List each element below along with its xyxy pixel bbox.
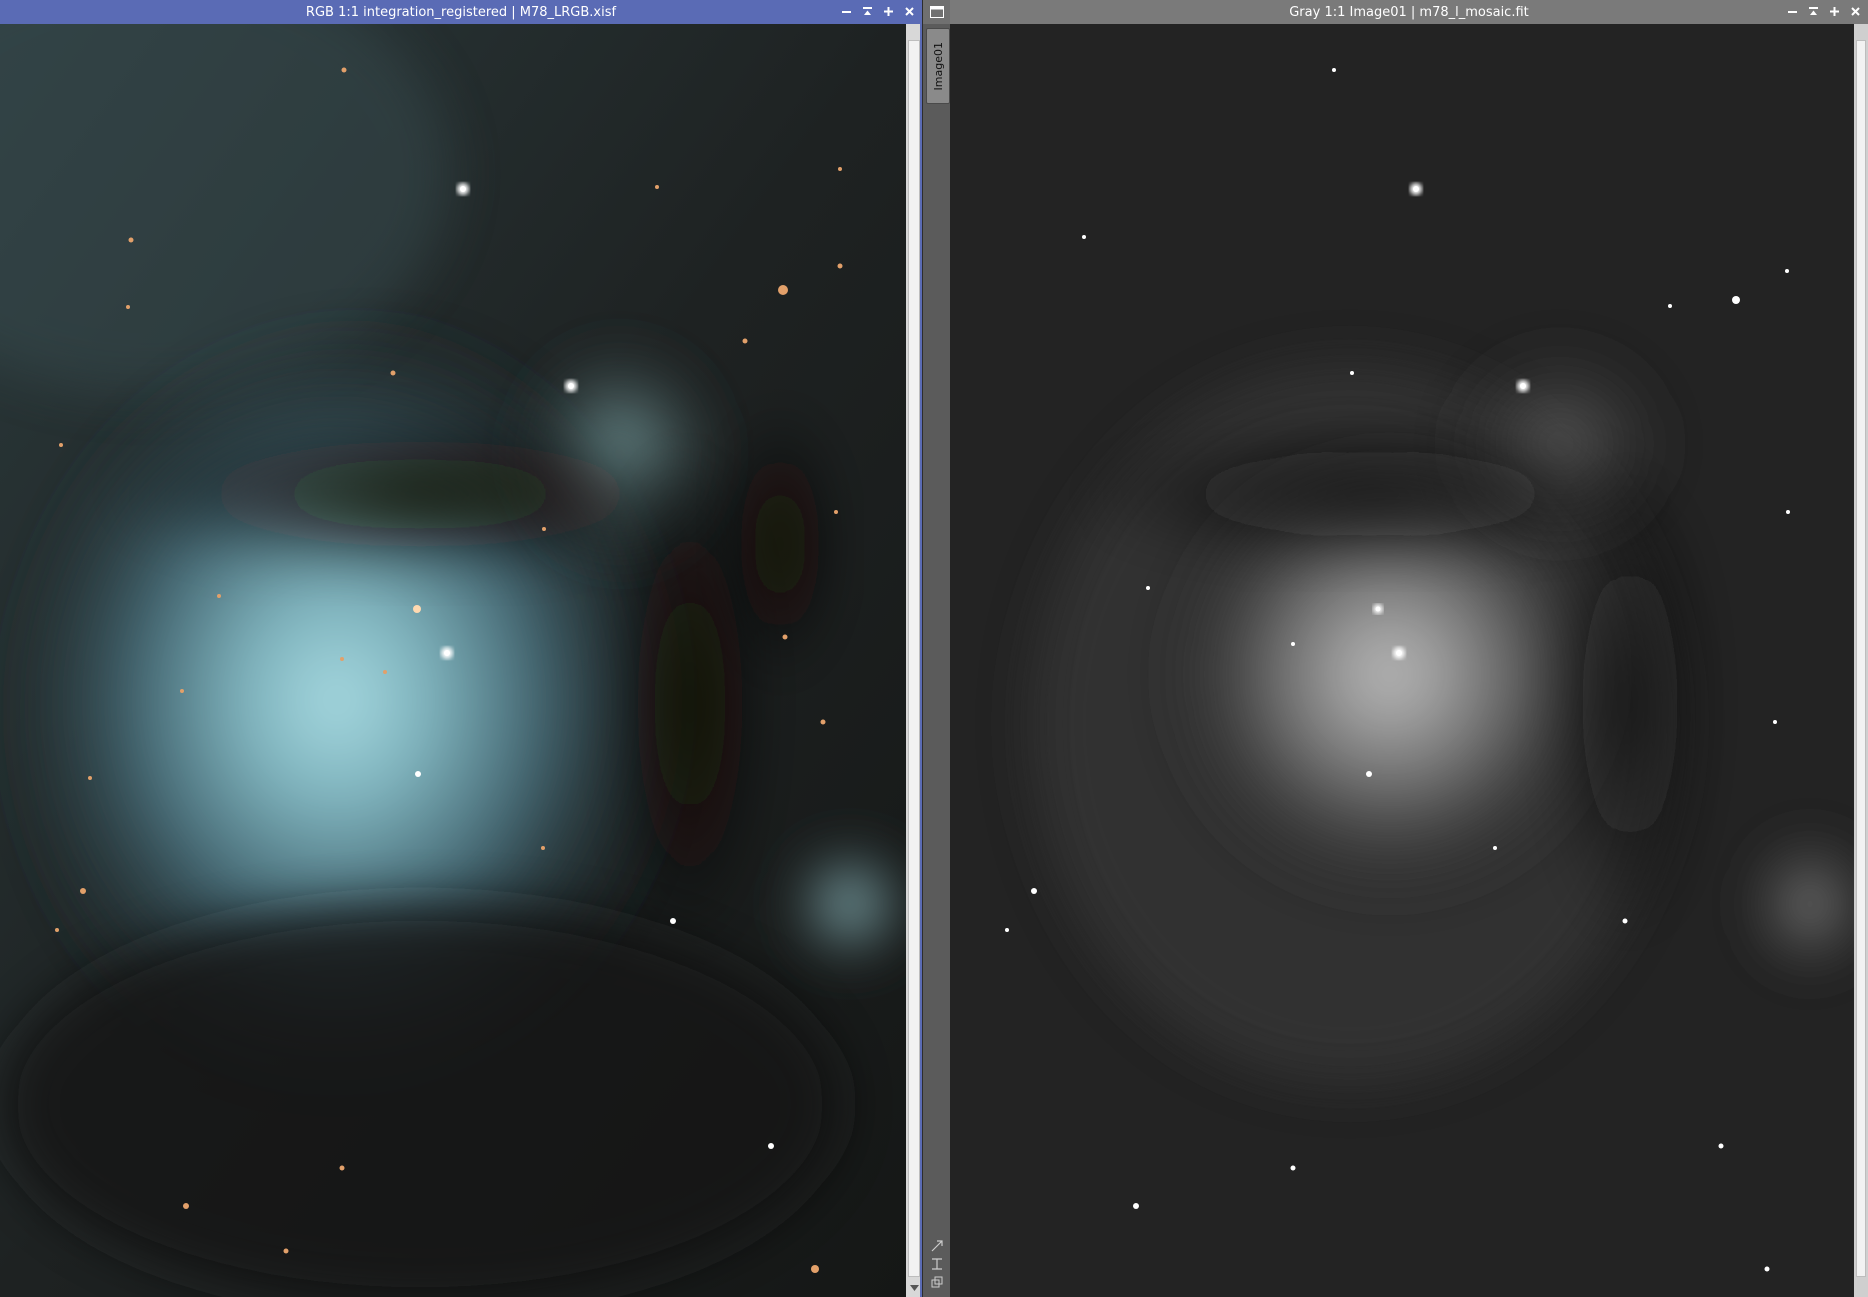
scroll-thumb[interactable] — [908, 40, 920, 1277]
minimize-icon[interactable] — [1784, 3, 1801, 20]
tab-image01[interactable]: Image01 — [926, 28, 950, 104]
maximize-icon[interactable] — [1826, 3, 1843, 20]
shade-icon[interactable] — [1805, 3, 1822, 20]
image-viewport-rgb[interactable] — [0, 24, 906, 1297]
link-icon[interactable] — [930, 1239, 944, 1253]
duplicate-icon[interactable] — [930, 1275, 944, 1289]
window-title: RGB 1:1 integration_registered | M78_LRG… — [305, 4, 617, 20]
window-controls — [838, 3, 918, 20]
resize-icon[interactable] — [930, 1257, 944, 1271]
strip-tools — [923, 1239, 951, 1289]
close-icon[interactable] — [901, 3, 918, 20]
vertical-scrollbar[interactable] — [1854, 24, 1868, 1297]
nebula-image-rgb — [0, 24, 906, 1297]
tab-label: Image01 — [931, 41, 945, 91]
close-icon[interactable] — [1847, 3, 1864, 20]
nebula-image-gray — [950, 24, 1854, 1297]
window-menu-icon[interactable] — [923, 0, 951, 24]
window-controls — [1784, 3, 1864, 20]
image-window-rgb[interactable]: RGB 1:1 integration_registered | M78_LRG… — [0, 0, 922, 1297]
image-window-gray[interactable]: Gray 1:1 Image01 | m78_l_mosaic.fit — [950, 0, 1868, 1297]
minimize-icon[interactable] — [838, 3, 855, 20]
window-title: Gray 1:1 Image01 | m78_l_mosaic.fit — [1289, 4, 1529, 20]
title-bar[interactable]: Gray 1:1 Image01 | m78_l_mosaic.fit — [950, 0, 1868, 24]
shade-icon[interactable] — [859, 3, 876, 20]
scroll-thumb[interactable] — [1856, 40, 1866, 1277]
maximize-icon[interactable] — [880, 3, 897, 20]
image-tab-strip: Image01 — [922, 0, 951, 1297]
image-viewport-gray[interactable] — [950, 24, 1854, 1297]
title-bar[interactable]: RGB 1:1 integration_registered | M78_LRG… — [0, 0, 922, 24]
